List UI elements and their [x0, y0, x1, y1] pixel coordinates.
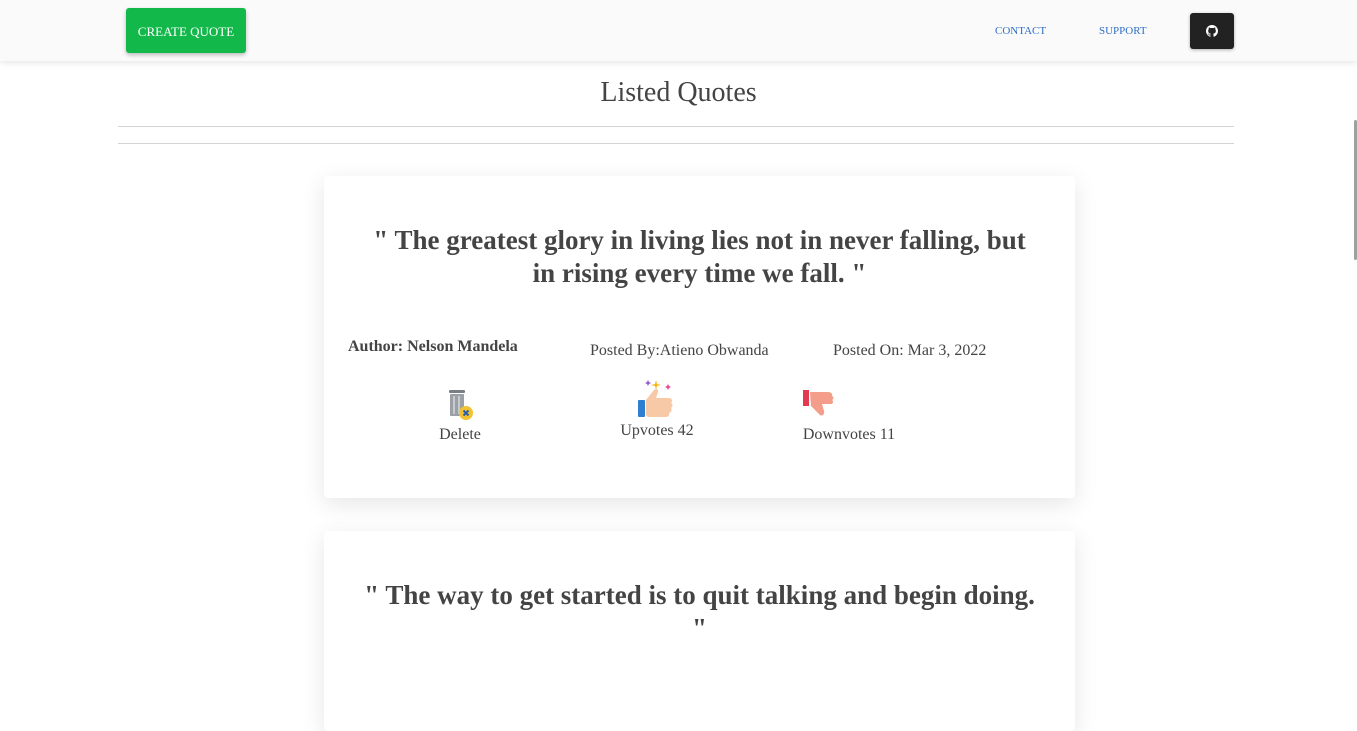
quote-text: " The greatest glory in living lies not …	[373, 225, 1026, 288]
thumbs-down-icon	[803, 390, 834, 416]
navbar: CREATE QUOTE CONTACT SUPPORT	[0, 0, 1357, 61]
delete-button[interactable]: Delete	[434, 388, 486, 444]
upvote-button[interactable]: Upvotes 42	[616, 378, 698, 440]
divider	[118, 126, 1234, 127]
trash-icon	[449, 390, 473, 420]
quote-card: " The way to get started is to quit talk…	[324, 531, 1075, 731]
posted-by: Posted By:Atieno Obwanda	[590, 342, 769, 359]
contact-link[interactable]: CONTACT	[995, 25, 1046, 37]
author-label: Author:	[348, 338, 404, 355]
downvote-button[interactable]: Downvotes 11	[802, 388, 896, 444]
support-link[interactable]: SUPPORT	[1099, 25, 1147, 37]
downvotes-label: Downvotes 11	[802, 426, 896, 443]
quote-text: " The way to get started is to quit talk…	[364, 580, 1035, 643]
author-name: Nelson Mandela	[407, 338, 518, 355]
posted-on: Posted On: Mar 3, 2022	[833, 342, 987, 359]
thumbs-up-icon	[638, 380, 673, 417]
quote-card: " The greatest glory in living lies not …	[324, 176, 1075, 498]
github-button[interactable]	[1190, 13, 1234, 49]
upvotes-label: Upvotes 42	[620, 422, 694, 439]
page-title: Listed Quotes	[600, 77, 757, 108]
divider	[118, 143, 1234, 144]
github-icon	[1206, 25, 1218, 37]
delete-label: Delete	[439, 426, 481, 443]
create-quote-button[interactable]: CREATE QUOTE	[126, 8, 246, 53]
quote-author: Author: Nelson Mandela	[348, 338, 518, 356]
